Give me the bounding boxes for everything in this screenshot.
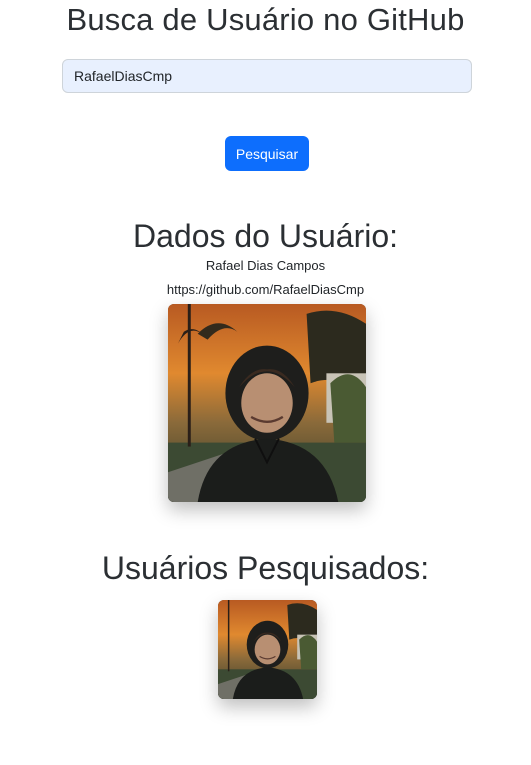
app-container: Busca de Usuário no GitHub Pesquisar Dad… — [0, 0, 531, 765]
username-search-input[interactable] — [62, 59, 472, 93]
user-full-name: Rafael Dias Campos — [205, 258, 326, 273]
page-title: Busca de Usuário no GitHub — [66, 2, 465, 37]
user-profile-url: https://github.com/RafaelDiasCmp — [166, 282, 365, 297]
user-avatar-photo-icon — [218, 600, 317, 699]
searched-users-title: Usuários Pesquisados: — [101, 550, 430, 586]
user-avatar-photo-icon — [168, 304, 366, 502]
search-button[interactable]: Pesquisar — [225, 136, 309, 171]
searched-user-avatar[interactable] — [218, 600, 317, 699]
user-data-title: Dados do Usuário: — [132, 218, 399, 254]
user-avatar — [168, 304, 366, 502]
